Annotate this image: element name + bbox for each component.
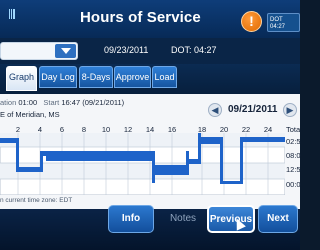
start-label: Start	[43, 98, 60, 107]
duration-label: ation	[0, 98, 17, 107]
start-value: 16:47 (09/21/2011)	[61, 98, 125, 107]
dot-clock-box[interactable]: DOT 04:27	[267, 13, 300, 32]
status-segment	[0, 138, 18, 143]
previous-button[interactable]: Previous	[207, 205, 255, 233]
total-off-duty: 02:5	[286, 137, 301, 146]
prev-day-button[interactable]: ◀	[208, 103, 222, 117]
duty-status-graph	[0, 133, 285, 195]
dot-clock-time: 04:27	[270, 24, 286, 30]
total-driving: 12:5	[286, 165, 301, 174]
app-title: Hours of Service	[80, 9, 201, 26]
total-sleeper: 08:0	[286, 151, 301, 160]
location-text: E of Meridian, MS	[0, 110, 60, 119]
info-button[interactable]: Info	[108, 205, 154, 233]
status-transition	[220, 137, 223, 183]
tab-8-days[interactable]: 8-Days	[79, 66, 113, 88]
chevron-down-icon[interactable]	[55, 44, 76, 58]
duration-value: 01:00	[18, 98, 38, 107]
dot-clock-label: DOT	[270, 17, 283, 23]
totals-header: Tota	[286, 125, 301, 134]
next-button[interactable]: Next	[258, 205, 298, 233]
status-transition	[240, 137, 243, 184]
status-segment	[186, 159, 200, 164]
status-segment	[46, 151, 154, 161]
tab-graph[interactable]: Graph	[6, 66, 37, 91]
duration-row: ation 01:00 Start 16:47 (09/21/2011)	[0, 98, 124, 107]
alert-icon[interactable]: !	[241, 11, 262, 32]
timezone-note: n current time zone: EDT	[0, 197, 73, 204]
signal-icon	[2, 6, 16, 20]
selected-date: 09/21/2011	[228, 104, 278, 115]
tab-approve[interactable]: Approve	[114, 66, 151, 88]
status-segment	[198, 137, 222, 144]
status-segment	[16, 167, 42, 172]
tab-day-log[interactable]: Day Log	[39, 66, 77, 88]
status-segment	[240, 137, 285, 142]
dot-clock-readout: DOT: 04:27	[171, 45, 217, 55]
total-on-duty: 00:0	[286, 180, 301, 189]
tab-load[interactable]: Load	[152, 66, 177, 88]
notes-button[interactable]: Notes	[162, 205, 204, 233]
status-segment	[220, 181, 242, 184]
next-day-button[interactable]: ▶	[283, 103, 297, 117]
status-segment	[152, 165, 188, 175]
status-transition	[16, 138, 19, 168]
current-date: 09/23/2011	[104, 45, 149, 55]
